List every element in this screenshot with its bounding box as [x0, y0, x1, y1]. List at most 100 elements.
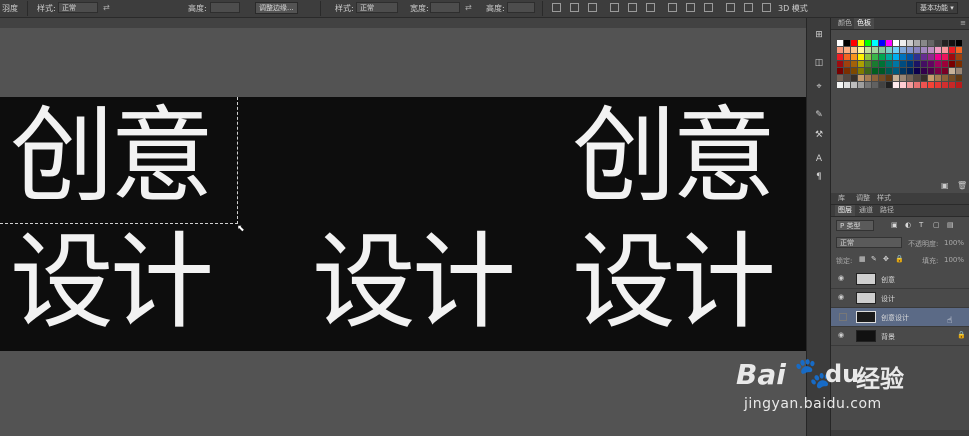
- filter-adjustment-icon[interactable]: ◐: [905, 221, 911, 229]
- swatch-cell[interactable]: [865, 61, 871, 67]
- lock-brush-icon[interactable]: ✎: [871, 255, 877, 263]
- filter-pixel-icon[interactable]: ▣: [891, 221, 898, 229]
- 3d-mode-label[interactable]: 3D 模式: [778, 3, 808, 14]
- swatch-cell[interactable]: [872, 47, 878, 53]
- new-swatch-icon[interactable]: ▣: [941, 181, 949, 190]
- swatch-cell[interactable]: [865, 40, 871, 46]
- swatch-cell[interactable]: [837, 47, 843, 53]
- swatch-cell[interactable]: [858, 47, 864, 53]
- swatch-cell[interactable]: [900, 47, 906, 53]
- style-select[interactable]: 正常: [58, 2, 98, 13]
- swatch-cell[interactable]: [865, 82, 871, 88]
- distribute-bottom-icon[interactable]: [704, 3, 713, 12]
- swatch-cell[interactable]: [837, 68, 843, 74]
- swatch-cell[interactable]: [872, 54, 878, 60]
- swatch-cell[interactable]: [949, 40, 955, 46]
- swatch-cell[interactable]: [893, 82, 899, 88]
- swatch-cell[interactable]: [865, 54, 871, 60]
- visibility-eye-icon[interactable]: ◉: [838, 294, 845, 301]
- swatch-cell[interactable]: [956, 75, 962, 81]
- swatch-cell[interactable]: [886, 61, 892, 67]
- swatch-cell[interactable]: [844, 75, 850, 81]
- paragraph-icon[interactable]: ¶: [813, 172, 825, 184]
- swatch-cell[interactable]: [858, 68, 864, 74]
- swatch-cell[interactable]: [914, 75, 920, 81]
- swatch-cell[interactable]: [949, 47, 955, 53]
- lock-move-icon[interactable]: ✥: [883, 255, 889, 263]
- swatch-cell[interactable]: [872, 68, 878, 74]
- swatch-cell[interactable]: [851, 54, 857, 60]
- swatch-cell[interactable]: [872, 75, 878, 81]
- swatch-cell[interactable]: [879, 75, 885, 81]
- swatch-cell[interactable]: [935, 82, 941, 88]
- style-select-2[interactable]: 正常: [356, 2, 398, 13]
- swatch-cell[interactable]: [942, 47, 948, 53]
- swatch-cell[interactable]: [921, 54, 927, 60]
- history-icon[interactable]: ⊞: [813, 30, 825, 42]
- swatch-cell[interactable]: [893, 47, 899, 53]
- swatch-cell[interactable]: [928, 75, 934, 81]
- swatch-cell[interactable]: [837, 61, 843, 67]
- swatch-cell[interactable]: [844, 54, 850, 60]
- swatch-cell[interactable]: [935, 54, 941, 60]
- tool-presets-icon[interactable]: ⚒: [813, 130, 825, 142]
- swatch-cell[interactable]: [858, 40, 864, 46]
- swatch-cell[interactable]: [851, 75, 857, 81]
- tab-layers[interactable]: 图层: [835, 205, 855, 216]
- tab-swatches[interactable]: 色板: [854, 18, 874, 29]
- swatch-cell[interactable]: [935, 40, 941, 46]
- align-vertical-center-icon[interactable]: [570, 3, 579, 12]
- tab-adjustments[interactable]: 调整: [853, 193, 873, 204]
- filter-smart-icon[interactable]: ▤: [947, 221, 954, 229]
- swatch-cell[interactable]: [865, 47, 871, 53]
- swatch-cell[interactable]: [872, 61, 878, 67]
- swatch-cell[interactable]: [942, 61, 948, 67]
- swatch-cell[interactable]: [956, 68, 962, 74]
- swatch-cell[interactable]: [907, 40, 913, 46]
- swatch-cell[interactable]: [942, 82, 948, 88]
- swatch-cell[interactable]: [844, 47, 850, 53]
- swatch-cell[interactable]: [956, 47, 962, 53]
- swatch-cell[interactable]: [837, 40, 843, 46]
- distribute-center-icon[interactable]: [686, 3, 695, 12]
- swatch-cell[interactable]: [921, 47, 927, 53]
- swatch-cell[interactable]: [935, 47, 941, 53]
- swatch-cell[interactable]: [886, 40, 892, 46]
- swatches-grid[interactable]: [837, 40, 965, 122]
- swatch-cell[interactable]: [879, 82, 885, 88]
- swatch-cell[interactable]: [886, 75, 892, 81]
- swatch-cell[interactable]: [844, 82, 850, 88]
- swatch-cell[interactable]: [907, 54, 913, 60]
- swatch-cell[interactable]: [858, 75, 864, 81]
- swatch-cell[interactable]: [879, 40, 885, 46]
- swatch-cell[interactable]: [900, 40, 906, 46]
- swatch-cell[interactable]: [886, 47, 892, 53]
- swatch-cell[interactable]: [879, 61, 885, 67]
- swatch-cell[interactable]: [858, 82, 864, 88]
- swatch-cell[interactable]: [949, 68, 955, 74]
- swatch-cell[interactable]: [837, 75, 843, 81]
- swatch-cell[interactable]: [879, 68, 885, 74]
- filter-type-icon[interactable]: T: [919, 221, 923, 229]
- visibility-eye-icon[interactable]: ◉: [838, 332, 845, 339]
- swatch-cell[interactable]: [900, 68, 906, 74]
- filter-shape-icon[interactable]: ▢: [933, 221, 940, 229]
- swatch-cell[interactable]: [851, 40, 857, 46]
- swatch-cell[interactable]: [956, 54, 962, 60]
- refine-edge-button[interactable]: 调整边缘...: [255, 2, 298, 14]
- lock-all-icon[interactable]: 🔒: [895, 255, 904, 263]
- swatch-cell[interactable]: [893, 75, 899, 81]
- brush-presets-icon[interactable]: ✎: [813, 110, 825, 122]
- swatch-cell[interactable]: [928, 61, 934, 67]
- align-top-icon[interactable]: [552, 3, 561, 12]
- tab-paths[interactable]: 路径: [877, 205, 897, 216]
- swatch-cell[interactable]: [851, 68, 857, 74]
- swatch-cell[interactable]: [844, 68, 850, 74]
- layer-row-chuangyisheji-selected[interactable]: 创意设计 ☝: [831, 308, 969, 327]
- swatch-cell[interactable]: [907, 82, 913, 88]
- swatch-cell[interactable]: [858, 54, 864, 60]
- swatch-cell[interactable]: [837, 82, 843, 88]
- swatch-cell[interactable]: [935, 61, 941, 67]
- swatch-cell[interactable]: [844, 61, 850, 67]
- swatch-cell[interactable]: [949, 54, 955, 60]
